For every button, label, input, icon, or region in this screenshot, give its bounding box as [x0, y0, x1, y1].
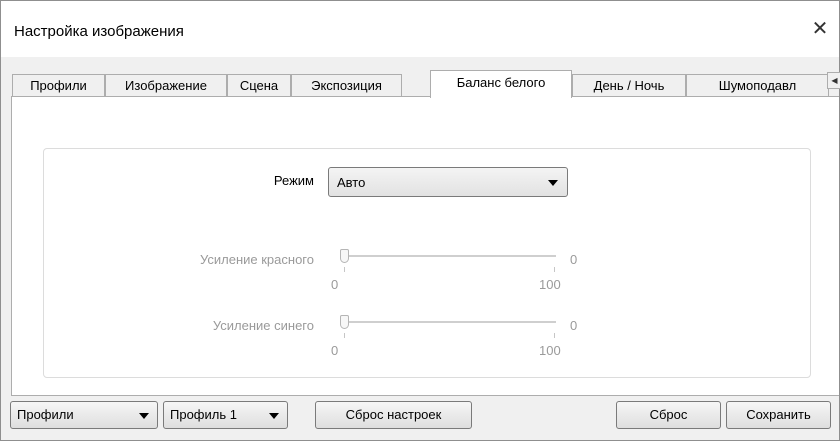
blue-gain-min-label: 0: [331, 343, 339, 358]
tab-scroll-buttons: ◀ ▶: [827, 72, 840, 90]
profile-select[interactable]: Профиль 1: [163, 401, 288, 429]
profile-select-label: Профиль 1: [170, 407, 237, 422]
tab-noise-reduction[interactable]: Шумоподавл: [686, 74, 829, 96]
chevron-down-icon: [269, 413, 279, 419]
mode-label: Режим: [273, 173, 314, 188]
profiles-dropdown-label: Профили: [17, 407, 74, 422]
blue-gain-slider[interactable]: [340, 315, 556, 355]
slider-thumb[interactable]: [340, 315, 349, 329]
window-title: Настройка изображения: [14, 23, 184, 40]
red-gain-slider[interactable]: [340, 249, 556, 289]
close-icon[interactable]: ✕: [809, 18, 831, 40]
tab-strip: Профили Изображение Сцена Экспозиция Бал…: [12, 70, 840, 98]
blue-gain-label: Усиление синего: [212, 318, 314, 333]
tab-profiles[interactable]: Профили: [12, 74, 105, 96]
red-gain-min-label: 0: [331, 277, 339, 292]
tab-scene[interactable]: Сцена: [227, 74, 291, 96]
profiles-dropdown-button[interactable]: Профили: [10, 401, 158, 429]
reset-settings-button[interactable]: Сброс настроек: [315, 401, 472, 429]
blue-gain-max-label: 100: [539, 343, 561, 358]
tab-day-night[interactable]: День / Ночь: [572, 74, 686, 96]
tab-exposure[interactable]: Экспозиция: [291, 74, 402, 96]
slider-track: [345, 255, 556, 257]
slider-tick-min: [344, 333, 345, 338]
reset-button[interactable]: Сброс: [616, 401, 721, 429]
slider-track: [345, 321, 556, 323]
tab-scroll-left-icon[interactable]: ◀: [827, 72, 840, 89]
title-bar: Настройка изображения ✕: [1, 1, 839, 57]
slider-tick-min: [344, 267, 345, 272]
mode-value: Авто: [337, 175, 366, 190]
chevron-down-icon: [548, 180, 558, 186]
tab-image[interactable]: Изображение: [105, 74, 227, 96]
mode-select[interactable]: Авто: [328, 167, 568, 197]
blue-gain-value: 0: [570, 318, 578, 333]
slider-thumb[interactable]: [340, 249, 349, 263]
chevron-down-icon: [139, 413, 149, 419]
slider-tick-max: [554, 333, 555, 338]
red-gain-label: Усиление красного: [200, 252, 314, 267]
slider-tick-max: [554, 267, 555, 272]
tab-white-balance[interactable]: Баланс белого: [430, 70, 572, 98]
red-gain-value: 0: [570, 252, 578, 267]
red-gain-max-label: 100: [539, 277, 561, 292]
save-button[interactable]: Сохранить: [726, 401, 831, 429]
